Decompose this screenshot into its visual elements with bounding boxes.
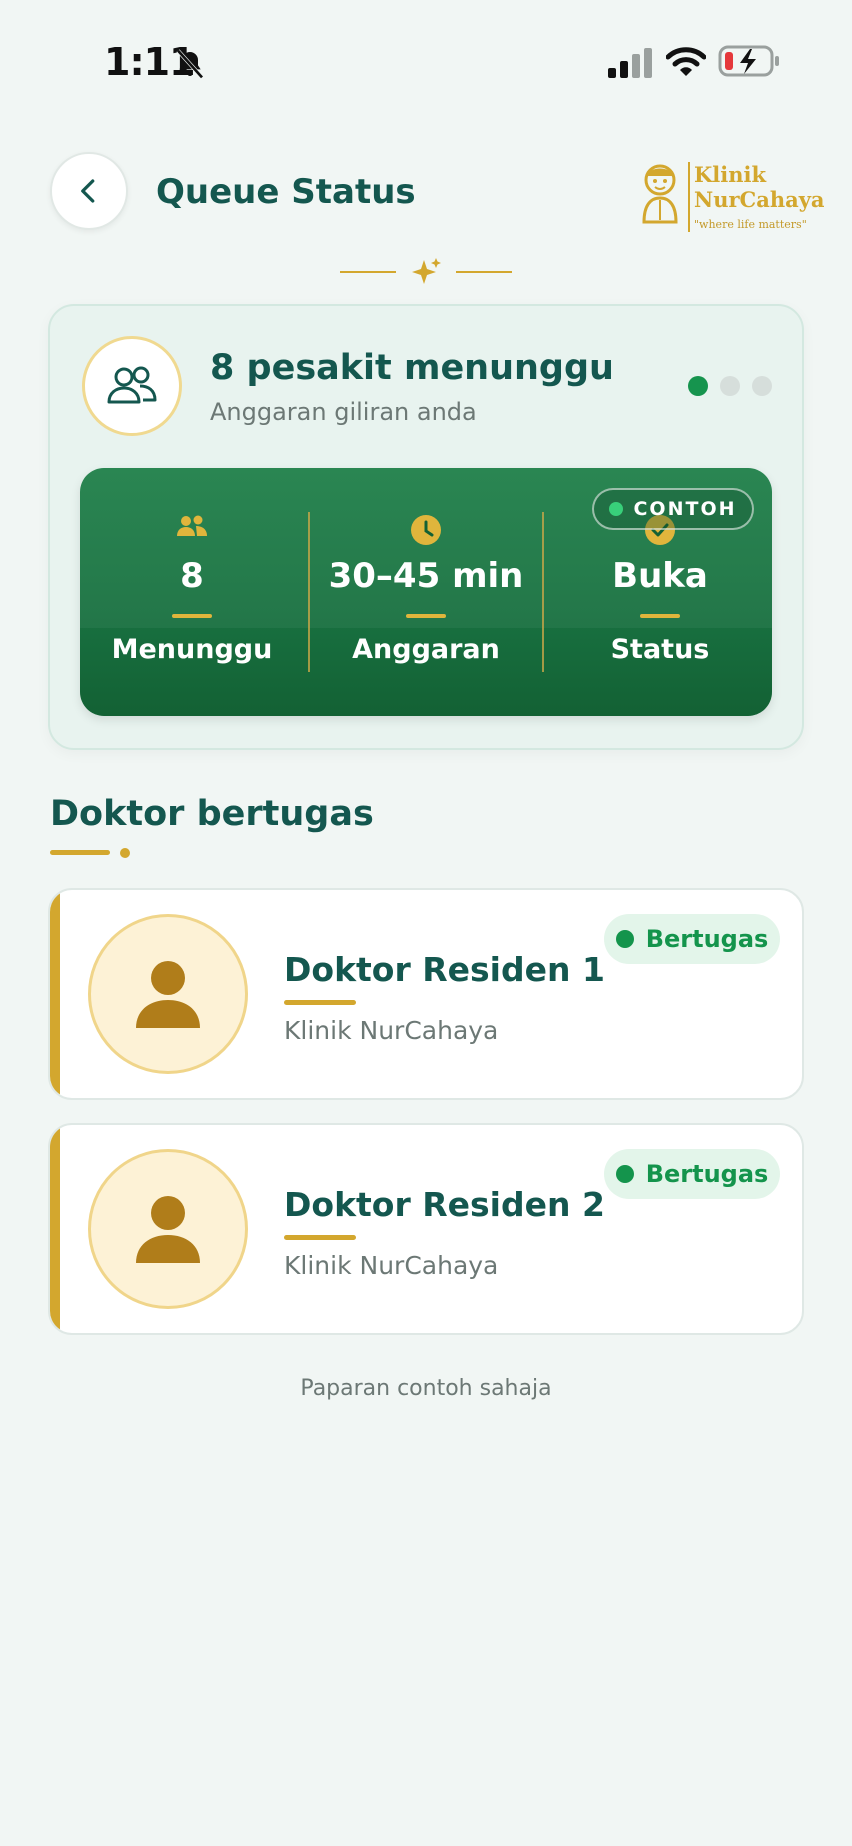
avatar	[88, 914, 248, 1074]
cell-signal-icon	[608, 48, 652, 78]
status-badge-label: Bertugas	[645, 1160, 769, 1188]
doctor-name: Doktor Residen 2	[284, 1185, 605, 1224]
logo-name-line1: Klinik	[694, 162, 767, 187]
people-icon	[107, 366, 157, 404]
sample-badge: CONTOH	[592, 488, 754, 530]
status-badge: Bertugas	[604, 1149, 780, 1199]
stat-status-value: Buka	[612, 556, 708, 596]
page-dot-3[interactable]	[752, 376, 772, 396]
doctor-card[interactable]: Doktor Residen 2 Klinik NurCahaya Bertug…	[48, 1123, 804, 1335]
stat-estimate-value: 30–45 min	[328, 556, 524, 596]
people-icon-circle	[82, 336, 182, 436]
page-indicator[interactable]	[688, 376, 772, 396]
stat-divider	[542, 512, 544, 672]
logo-name-line2: NurCahaya	[694, 187, 825, 212]
status-badge: Bertugas	[604, 914, 780, 964]
live-dot-icon	[609, 502, 624, 516]
sparkle-divider	[340, 258, 512, 284]
clock-icon	[411, 515, 441, 545]
queue-summary-card: 8 pesakit menunggu Anggaran giliran anda…	[48, 304, 804, 750]
page-title: Queue Status	[156, 172, 416, 212]
person-icon	[136, 961, 200, 1028]
doctor-clinic: Klinik NurCahaya	[284, 1016, 499, 1045]
battery-charging-icon	[718, 45, 779, 77]
doctor-clinic: Klinik NurCahaya	[284, 1251, 499, 1280]
person-icon	[136, 1196, 200, 1263]
logo-tagline: "where life matters"	[694, 218, 807, 231]
waiting-count-title: 8 pesakit menunggu	[210, 348, 614, 388]
footer-note: Paparan contoh sahaja	[300, 1376, 552, 1401]
stats-panel: 8 Menunggu 30–45 min Anggaran Buka Statu…	[80, 468, 772, 716]
stat-waiting-label: Menunggu	[111, 634, 273, 665]
section-underline	[50, 850, 110, 855]
sample-badge-label: CONTOH	[633, 498, 737, 520]
section-title-doctors: Doktor bertugas	[50, 794, 374, 834]
back-button[interactable]	[50, 152, 128, 230]
logo-mascot-icon	[642, 164, 678, 224]
clinic-logo: Klinik NurCahaya "where life matters"	[638, 158, 828, 238]
status-bar: 1:11	[0, 0, 852, 120]
wifi-icon	[666, 47, 706, 76]
page-dot-1[interactable]	[688, 376, 708, 396]
stat-estimate: 30–45 min Anggaran	[314, 468, 538, 716]
page-dot-2[interactable]	[720, 376, 740, 396]
section-underline-dot	[120, 848, 130, 858]
bell-muted-icon	[176, 49, 204, 79]
stat-divider	[308, 512, 310, 672]
chevron-left-icon	[81, 179, 95, 203]
stat-estimate-label: Anggaran	[352, 634, 500, 665]
stat-waiting-value: 8	[180, 556, 204, 596]
people-icon	[177, 515, 207, 536]
doctor-card[interactable]: Doktor Residen 1 Klinik NurCahaya Bertug…	[48, 888, 804, 1100]
stat-status-label: Status	[610, 634, 710, 665]
avatar	[88, 1149, 248, 1309]
doctor-name: Doktor Residen 1	[284, 950, 605, 989]
status-dot-icon	[615, 1165, 634, 1183]
waiting-subtitle: Anggaran giliran anda	[210, 398, 477, 426]
status-dot-icon	[615, 930, 634, 948]
status-badge-label: Bertugas	[645, 925, 769, 953]
stat-waiting: 8 Menunggu	[80, 468, 304, 716]
